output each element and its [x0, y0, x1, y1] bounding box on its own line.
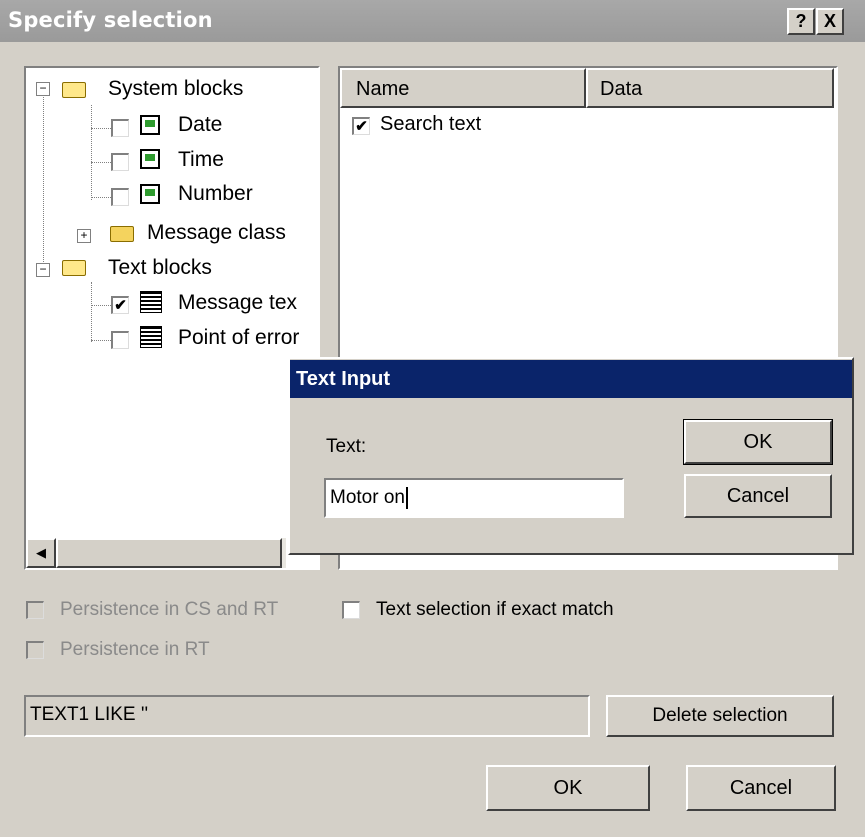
text-input-field[interactable]: Motor on	[324, 478, 624, 518]
persistence-cs-rt-label: Persistence in CS and RT	[60, 599, 279, 620]
list-item[interactable]: ✔ Search text	[350, 112, 830, 140]
tree-item-message-text[interactable]: Message tex	[178, 291, 297, 315]
column-header-label: Name	[356, 78, 410, 100]
text-label: Text:	[326, 436, 367, 457]
system-block-icon	[140, 149, 160, 169]
window-title: Specify selection	[8, 8, 213, 32]
search-text-checkbox[interactable]: ✔	[352, 117, 370, 135]
delete-selection-button[interactable]: Delete selection	[606, 695, 834, 737]
list-item-label: Search text	[380, 113, 482, 135]
collapse-icon[interactable]: −	[36, 263, 50, 277]
selection-expression-text: TEXT1 LIKE ''	[30, 704, 149, 725]
text-input-ok-button[interactable]: OK	[683, 419, 833, 465]
tree-line	[91, 305, 111, 306]
tree-line	[91, 128, 111, 129]
tree-line	[91, 282, 92, 342]
selection-expression-field: TEXT1 LIKE ''	[24, 695, 590, 737]
help-button[interactable]: ?	[787, 8, 815, 35]
system-block-icon	[140, 184, 160, 204]
exact-match-label[interactable]: Text selection if exact match	[376, 599, 614, 621]
column-header-label: Data	[600, 78, 643, 100]
scroll-left-button[interactable]: ◀	[26, 538, 56, 568]
persistence-cs-rt-checkbox	[26, 601, 44, 619]
close-button[interactable]: X	[816, 8, 844, 35]
cancel-button[interactable]: Cancel	[686, 765, 836, 811]
text-block-icon	[140, 291, 162, 313]
exact-match-checkbox[interactable]	[342, 601, 360, 619]
scrollbar-thumb[interactable]	[56, 538, 282, 568]
open-folder-icon	[62, 82, 86, 98]
tree-item-message-class[interactable]: Message class	[147, 221, 286, 245]
expand-icon[interactable]: +	[77, 229, 91, 243]
text-input-dialog-title: Text Input	[290, 360, 852, 398]
number-checkbox[interactable]	[111, 188, 129, 206]
date-checkbox[interactable]	[111, 119, 129, 137]
time-checkbox[interactable]	[111, 153, 129, 171]
tree-item-point-of-error[interactable]: Point of error	[178, 326, 299, 350]
text-block-icon	[140, 326, 162, 348]
text-input-value: Motor on	[330, 487, 408, 509]
folder-icon	[110, 226, 134, 242]
column-header-data[interactable]: Data	[586, 68, 834, 108]
persistence-rt-label: Persistence in RT	[60, 639, 210, 660]
column-header-name[interactable]: Name	[340, 68, 586, 108]
persistence-rt-checkbox	[26, 641, 44, 659]
open-folder-icon	[62, 260, 86, 276]
tree-line	[91, 197, 111, 198]
message-text-checkbox[interactable]: ✔	[111, 296, 129, 314]
ok-button[interactable]: OK	[486, 765, 650, 811]
tree-view[interactable]	[24, 66, 320, 570]
tree-line	[91, 162, 111, 163]
collapse-icon[interactable]: −	[36, 82, 50, 96]
tree-item-time[interactable]: Time	[178, 148, 224, 172]
point-of-error-checkbox[interactable]	[111, 331, 129, 349]
tree-item-text-blocks[interactable]: Text blocks	[108, 256, 212, 280]
system-block-icon	[140, 115, 160, 135]
tree-line	[43, 95, 44, 270]
tree-line	[91, 340, 111, 341]
tree-item-system-blocks[interactable]: System blocks	[108, 77, 243, 101]
tree-item-date[interactable]: Date	[178, 113, 222, 137]
tree-line	[91, 105, 92, 200]
text-input-cancel-button[interactable]: Cancel	[684, 474, 832, 518]
tree-item-number[interactable]: Number	[178, 182, 253, 206]
